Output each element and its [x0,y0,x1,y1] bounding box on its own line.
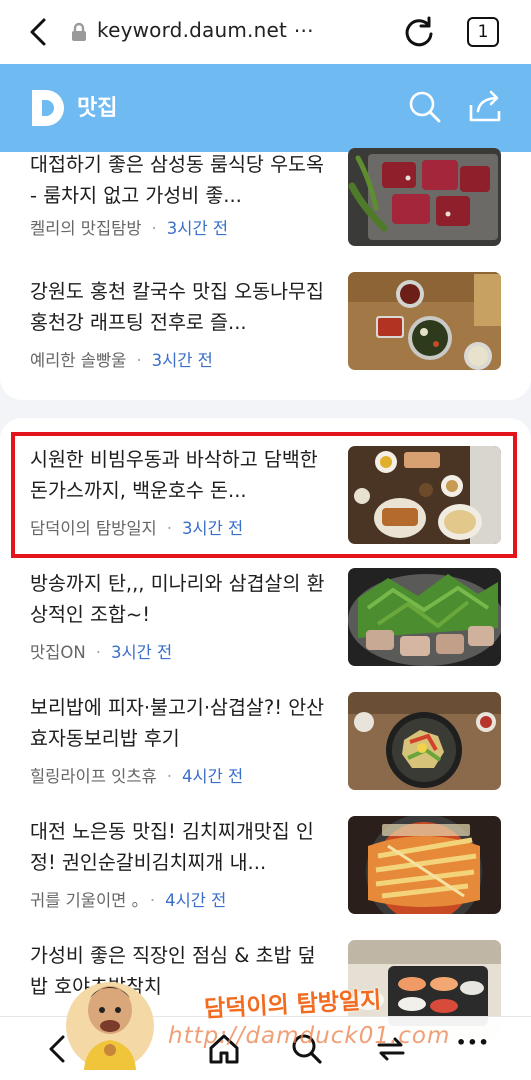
avatar-watermark-icon [66,982,154,1070]
reload-icon[interactable] [402,14,436,50]
separator-dot: · [151,219,157,238]
item-thumbnail[interactable] [348,692,501,790]
item-meta: 예리한 솔빵울 · 3시간 전 [30,350,213,372]
item-time: 3시간 전 [151,351,213,370]
item-time: 4시간 전 [181,767,244,786]
news-card-top: 대접하기 좋은 삼성동 룸식당 우도옥 - 룸차지 없고 가성비 좋... 켈리… [0,148,531,400]
item-title[interactable]: 강원도 홍천 칼국수 맛집 오동나무집 홍천강 래프팅 전후로 즐... [30,276,330,338]
list-item[interactable]: 대전 노은동 맛집! 김치찌개맛집 인정! 권인순갈비김치찌개 내... 귀를 … [0,816,531,936]
more-icon[interactable]: ••• [456,1033,496,1069]
separator-dot: · [149,891,156,910]
list-item[interactable]: 강원도 홍천 칼국수 맛집 오동나무집 홍천강 래프팅 전후로 즐... 예리한… [0,272,531,396]
daum-d-logo-icon[interactable] [28,86,68,130]
share-icon[interactable] [466,89,504,125]
item-time: 3시간 전 [110,643,173,662]
item-meta: 귀를 기울이면 。 · 4시간 전 [30,890,226,912]
separator-dot: · [95,643,101,662]
item-title[interactable]: 대전 노은동 맛집! 김치찌개맛집 인정! 권인순갈비김치찌개 내... [30,816,330,878]
watermark-url: http://damduck01.com [168,1023,451,1049]
thumbnail-minari-samgyeopsal-image [348,568,501,666]
separator-dot: · [166,767,172,786]
page-title: 맛집 [77,96,118,121]
thumbnail-noodle-table-image [348,272,501,370]
item-source[interactable]: 귀를 기울이면 。 [30,891,140,910]
item-thumbnail[interactable] [348,816,501,914]
browser-toolbar: keyword.daum.net ⋯ 1 [0,0,531,64]
thumbnail-kimchi-jjigae-image [348,816,501,914]
item-time: 3시간 전 [166,219,229,238]
separator-dot: · [136,351,142,370]
item-meta: 힐링라이프 잇츠휴 · 4시간 전 [30,766,243,788]
search-icon[interactable] [408,90,442,124]
item-thumbnail[interactable] [348,568,501,666]
item-source[interactable]: 맛집ON [30,643,86,662]
list-item[interactable]: 보리밥에 피자·불고기·삼겹살?! 안산 효자동보리밥 후기 힐링라이프 잇츠휴… [0,692,531,812]
thumbnail-steak-image [348,148,501,246]
list-item[interactable]: 대접하기 좋은 삼성동 룸식당 우도옥 - 룸차지 없고 가성비 좋... 켈리… [0,148,531,272]
app-header: 맛집 [0,64,531,152]
tab-count-button[interactable]: 1 [467,17,499,47]
item-source[interactable]: 켈리의 맛집탐방 [30,219,142,238]
item-title[interactable]: 방송까지 탄,,, 미나리와 삼겹살의 환상적인 조합~! [30,568,330,630]
address-bar-url[interactable]: keyword.daum.net ⋯ [97,18,314,42]
item-thumbnail[interactable] [348,272,501,370]
item-source[interactable]: 예리한 솔빵울 [30,351,126,370]
thumbnail-boribap-image [348,692,501,790]
tab-count: 1 [477,22,489,42]
item-title[interactable]: 대접하기 좋은 삼성동 룸식당 우도옥 - 룸차지 없고 가성비 좋... [30,149,330,211]
item-meta: 맛집ON · 3시간 전 [30,642,172,664]
item-title[interactable]: 보리밥에 피자·불고기·삼겹살?! 안산 효자동보리밥 후기 [30,692,330,754]
list-item[interactable]: 방송까지 탄,,, 미나리와 삼겹살의 환상적인 조합~! 맛집ON · 3시간 전 [0,568,531,688]
item-thumbnail[interactable] [348,148,501,246]
highlight-box [11,432,517,558]
item-time: 4시간 전 [165,891,227,910]
back-arrow-icon[interactable] [24,14,56,50]
item-meta: 켈리의 맛집탐방 · 3시간 전 [30,218,228,240]
lock-icon [72,22,86,41]
item-source[interactable]: 힐링라이프 잇츠휴 [30,767,157,786]
